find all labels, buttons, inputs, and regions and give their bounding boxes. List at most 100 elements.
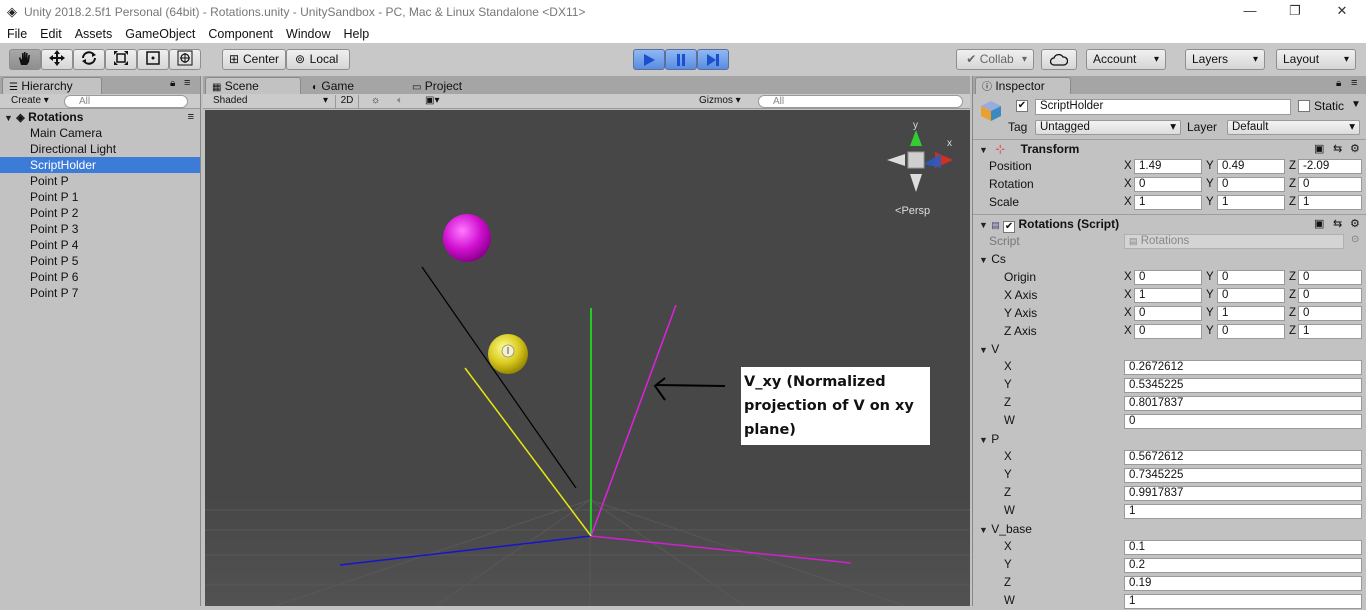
x-axis-x-field[interactable]: 1 [1134,288,1202,303]
scene-canvas[interactable]: y x <Persp [205,110,970,606]
origin-z-field[interactable]: 0 [1298,270,1362,285]
rotations-script-header[interactable]: ▼ ▤ ✔ Rotations (Script) ▣ ⇆ ⚙ [973,215,1366,233]
position-z-field[interactable]: -2.09 [1298,159,1362,174]
scale-tool-button[interactable] [105,49,137,70]
z-axis-x-field[interactable]: 0 [1134,324,1202,339]
hierarchy-item[interactable]: Point P 5 [0,253,200,269]
hierarchy-item-selected[interactable]: ScriptHolder [0,157,200,173]
lock-icon[interactable]: 🔒︎ [170,78,175,89]
vbase-w-field[interactable]: 1 [1124,594,1362,609]
pause-button[interactable] [665,49,697,70]
vbase-y-field[interactable]: 0.2 [1124,558,1362,573]
hierarchy-item[interactable]: Point P [0,173,200,189]
object-picker-icon[interactable]: ⊙ [1351,234,1359,245]
static-checkbox[interactable] [1298,100,1310,112]
tab-inspector[interactable]: ⓘ Inspector [975,77,1071,94]
expand-arrow-icon[interactable]: ▼ [979,345,988,355]
y-axis-x-field[interactable]: 0 [1134,306,1202,321]
lock-icon[interactable]: 🔒︎ [1336,78,1341,89]
gizmos-dropdown[interactable]: Gizmos ▾ [699,95,741,108]
panel-menu-icon[interactable]: ≡ [1351,77,1357,89]
move-tool-button[interactable] [41,49,73,70]
menu-file[interactable]: File [0,27,33,41]
pivot-local-button[interactable]: ⊚ Local [286,49,350,70]
v-z-field[interactable]: 0.8017837 [1124,396,1362,411]
position-x-field[interactable]: 1.49 [1134,159,1202,174]
scale-y-field[interactable]: 1 [1217,195,1285,210]
hierarchy-item[interactable]: Point P 4 [0,237,200,253]
menu-edit[interactable]: Edit [33,27,68,41]
scale-x-field[interactable]: 1 [1134,195,1202,210]
scene-root-row[interactable]: ▼ ◈ Rotations ≡ [0,109,200,125]
close-button[interactable]: ✕ [1319,0,1365,24]
v-x-field[interactable]: 0.2672612 [1124,360,1362,375]
help-icon[interactable]: ▣ [1314,140,1324,158]
scene-viewport[interactable]: y x <Persp V_xy (Normalized projection o… [205,110,970,606]
toggle-2d-button[interactable]: 2D [335,95,359,108]
active-checkbox[interactable]: ✔ [1016,100,1028,112]
object-name-field[interactable]: ScriptHolder [1035,99,1291,115]
transform-header[interactable]: ▼ ⊹ Transform ▣ ⇆ ⚙ [973,140,1366,158]
rotate-tool-button[interactable] [73,49,105,70]
hierarchy-item[interactable]: Point P 1 [0,189,200,205]
step-button[interactable] [697,49,729,70]
collab-dropdown[interactable]: ✔ Collab [956,49,1034,70]
rect-tool-button[interactable] [137,49,169,70]
origin-x-field[interactable]: 0 [1134,270,1202,285]
cloud-button[interactable] [1041,49,1077,70]
tab-scene[interactable]: ▦ Scene [205,77,301,94]
layer-dropdown[interactable]: Default ▾ [1227,120,1360,135]
cs-foldout[interactable]: ▼ Cs [973,250,1366,268]
lighting-toggle-icon[interactable]: ☼ [371,95,380,108]
minimize-button[interactable]: — [1227,0,1273,24]
p-y-field[interactable]: 0.7345225 [1124,468,1362,483]
z-axis-z-field[interactable]: 1 [1298,324,1362,339]
static-dropdown-arrow-icon[interactable]: ▼ [1351,99,1361,110]
audio-toggle-icon[interactable]: 🔈︎ [397,95,403,108]
hierarchy-item[interactable]: Point P 3 [0,221,200,237]
p-w-field[interactable]: 1 [1124,504,1362,519]
scene-search-input[interactable]: All [758,95,963,108]
settings-gear-icon[interactable]: ⚙ [1350,140,1360,158]
origin-y-field[interactable]: 0 [1217,270,1285,285]
menu-gameobject[interactable]: GameObject [118,27,201,41]
transform-tool-button[interactable] [169,49,201,70]
restore-button[interactable]: ❐ [1272,0,1318,24]
shading-mode-dropdown[interactable]: Shaded ▾ [213,95,328,108]
tab-project[interactable]: ▭ Project [405,77,525,94]
create-button[interactable]: Create ▾ [11,95,49,108]
layers-dropdown[interactable]: Layers [1185,49,1265,70]
p-foldout[interactable]: ▼ P [973,430,1366,448]
collapse-arrow-icon[interactable]: ▼ [979,145,988,155]
menu-window[interactable]: Window [279,27,336,41]
pivot-center-button[interactable]: ⊞ Center [222,49,286,70]
help-icon[interactable]: ▣ [1314,215,1324,233]
vbase-foldout[interactable]: ▼ V_base [973,520,1366,538]
hierarchy-item[interactable]: Point P 7 [0,285,200,301]
menu-assets[interactable]: Assets [68,27,119,41]
position-y-field[interactable]: 0.49 [1217,159,1285,174]
account-dropdown[interactable]: Account [1086,49,1166,70]
effects-toggle-icon[interactable]: ▣▾ [425,95,439,108]
settings-gear-icon[interactable]: ⚙ [1350,215,1360,233]
hand-tool-button[interactable] [9,49,41,70]
expand-arrow-icon[interactable]: ▼ [979,525,988,535]
y-axis-z-field[interactable]: 0 [1298,306,1362,321]
hierarchy-item[interactable]: Main Camera [0,125,200,141]
hierarchy-item[interactable]: Point P 6 [0,269,200,285]
tag-dropdown[interactable]: Untagged ▾ [1035,120,1181,135]
rotation-x-field[interactable]: 0 [1134,177,1202,192]
collapse-arrow-icon[interactable]: ▼ [979,220,988,230]
persp-label[interactable]: <Persp [895,205,930,217]
orientation-gizmo[interactable]: y x [887,120,953,192]
y-axis-y-field[interactable]: 1 [1217,306,1285,321]
v-w-field[interactable]: 0 [1124,414,1362,429]
p-x-field[interactable]: 0.5672612 [1124,450,1362,465]
expand-arrow-icon[interactable]: ▼ [979,435,988,445]
hierarchy-item[interactable]: Directional Light [0,141,200,157]
preset-icon[interactable]: ⇆ [1333,140,1342,158]
preset-icon[interactable]: ⇆ [1333,215,1342,233]
rotation-z-field[interactable]: 0 [1298,177,1362,192]
scale-z-field[interactable]: 1 [1298,195,1362,210]
expand-arrow-icon[interactable]: ▼ [979,255,988,265]
